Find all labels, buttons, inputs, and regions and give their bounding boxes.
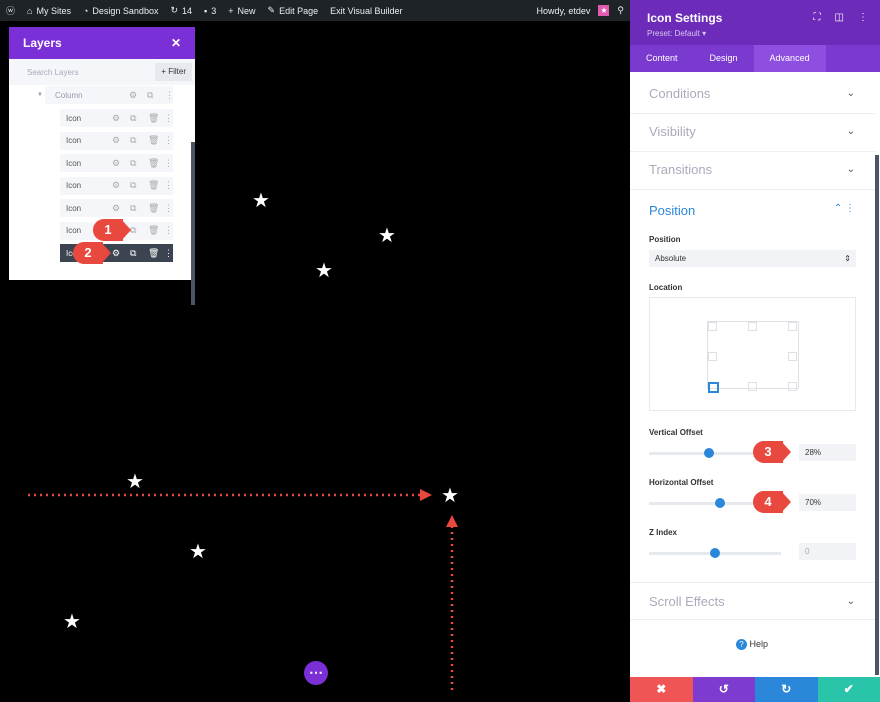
collapse-icon[interactable]: ▼ (37, 92, 43, 98)
more-icon[interactable]: ⋮ (164, 180, 173, 191)
location-point[interactable] (788, 382, 797, 391)
duplicate-icon[interactable]: ⧉ (130, 180, 136, 191)
slider-handle[interactable] (715, 498, 726, 508)
help-link[interactable]: ? Help (736, 639, 768, 650)
more-options-button[interactable]: ⋯ (304, 661, 328, 685)
gear-icon[interactable]: ⚙ (112, 248, 120, 259)
duplicate-icon[interactable]: ⧉ (130, 158, 136, 169)
help-icon: ? (736, 639, 747, 650)
section-conditions[interactable]: Conditions ⌄ (630, 76, 875, 114)
layer-icon-item[interactable]: Icon ⚙ ⧉ 🗑 ⋮ (60, 176, 173, 195)
layers-title: Layers (23, 36, 62, 50)
z-index-label: Z Index (649, 528, 678, 537)
duplicate-icon[interactable]: ⧉ (130, 113, 136, 124)
duplicate-icon[interactable]: ⧉ (130, 135, 136, 146)
callout-2: 2 (73, 242, 111, 264)
undo-button[interactable]: ↺ (692, 677, 755, 702)
location-picker (649, 297, 856, 411)
trash-icon[interactable]: 🗑 (148, 203, 159, 214)
section-transitions[interactable]: Transitions ⌄ (630, 152, 875, 190)
position-select[interactable]: Absolute ⇕ (649, 250, 856, 267)
chevron-down-icon: ⌄ (846, 596, 855, 607)
location-point[interactable] (748, 382, 757, 391)
gear-icon[interactable]: ⚙ (129, 90, 137, 101)
trash-icon[interactable]: 🗑 (148, 248, 159, 259)
filter-button[interactable]: + Filter (155, 63, 192, 81)
scrollbar[interactable] (875, 155, 879, 675)
gear-icon[interactable]: ⚙ (112, 158, 120, 169)
location-point[interactable] (708, 322, 717, 331)
location-point[interactable] (708, 352, 717, 361)
gear-icon[interactable]: ⚙ (112, 113, 120, 124)
gear-icon[interactable]: ⚙ (112, 203, 120, 214)
slider-handle[interactable] (703, 448, 714, 458)
horizontal-offset-label: Horizontal Offset (649, 478, 714, 487)
trash-icon[interactable]: 🗑 (148, 158, 159, 169)
chevron-up-icon: ⌃ ⋮ (833, 203, 855, 214)
duplicate-icon[interactable]: ⧉ (130, 248, 136, 259)
z-index-input[interactable]: 0 (799, 543, 856, 560)
icon-settings-panel: Icon Settings Preset: Default ▾ ⛶ ◫ ⋮ Conte… (630, 0, 880, 702)
chevron-down-icon: ⌄ (846, 164, 855, 175)
duplicate-icon[interactable]: ⧉ (147, 90, 153, 101)
save-button[interactable]: ✔ (817, 677, 880, 702)
location-point[interactable] (708, 382, 719, 393)
duplicate-icon[interactable]: ⧉ (130, 203, 136, 214)
tab-content[interactable]: Content (630, 45, 694, 72)
layer-icon-item[interactable]: Icon ⚙ ⧉ 🗑 ⋮ (60, 109, 173, 127)
trash-icon[interactable]: 🗑 (148, 225, 159, 236)
section-position[interactable]: Position ⌃ ⋮ (630, 203, 875, 225)
trash-icon[interactable]: 🗑 (148, 180, 159, 191)
trash-icon[interactable]: 🗑 (148, 113, 159, 124)
layer-icon-item[interactable]: Icon ⚙ ⧉ 🗑 ⋮ (60, 131, 173, 150)
trash-icon[interactable]: 🗑 (148, 135, 159, 146)
more-icon[interactable]: ⋮ (164, 203, 173, 214)
horizontal-offset-input[interactable]: 70% (799, 494, 856, 511)
callout-4: 4 (753, 491, 791, 513)
more-icon[interactable]: ⋮ (164, 135, 173, 146)
scrollbar[interactable] (191, 142, 195, 305)
layer-icon-item[interactable]: Icon ⚙ ⧉ 🗑 ⋮ (60, 199, 173, 217)
close-icon[interactable]: ✕ (171, 36, 181, 50)
section-scroll-effects[interactable]: Scroll Effects ⌄ (630, 582, 875, 620)
slider-handle[interactable] (710, 548, 720, 558)
tab-design[interactable]: Design (694, 45, 754, 72)
vertical-offset-label: Vertical Offset (649, 428, 703, 437)
location-point[interactable] (788, 352, 797, 361)
layer-icon-item[interactable]: Icon ⚙ ⧉ 🗑 ⋮ (60, 154, 173, 172)
layer-column[interactable]: ▼ Column ⚙ ⧉ ⋮ (37, 86, 174, 104)
fullscreen-icon[interactable]: ⛶ (814, 12, 821, 23)
location-label: Location (649, 283, 683, 292)
more-icon[interactable]: ⋮ (164, 225, 173, 236)
tab-advanced[interactable]: Advanced (753, 45, 826, 72)
z-index-slider[interactable] (649, 548, 781, 558)
more-icon[interactable]: ⋮ (164, 248, 173, 259)
more-icon[interactable]: ⋮ (858, 12, 868, 23)
vertical-offset-input[interactable]: 28% (799, 444, 856, 461)
search-layers-input[interactable]: Search Layers (9, 68, 79, 77)
position-label: Position (649, 235, 681, 244)
chevron-down-icon: ⌄ (846, 126, 855, 137)
location-point[interactable] (748, 322, 757, 331)
location-point[interactable] (788, 322, 797, 331)
gear-icon[interactable]: ⚙ (112, 180, 120, 191)
gear-icon[interactable]: ⚙ (112, 135, 120, 146)
preset-dropdown[interactable]: Preset: Default ▾ (647, 29, 863, 38)
more-icon[interactable]: ⋮ (164, 158, 173, 169)
callout-3: 3 (753, 441, 791, 463)
select-arrows-icon: ⇕ (844, 254, 851, 263)
more-icon[interactable]: ⋮ (165, 90, 174, 101)
chevron-down-icon: ⌄ (846, 88, 855, 99)
more-icon[interactable]: ⋮ (164, 113, 173, 124)
callout-1: 1 (93, 219, 131, 241)
cancel-button[interactable]: ✖ (630, 677, 693, 702)
redo-button[interactable]: ↻ (755, 677, 818, 702)
section-visibility[interactable]: Visibility ⌄ (630, 114, 875, 152)
split-view-icon[interactable]: ◫ (835, 12, 844, 23)
